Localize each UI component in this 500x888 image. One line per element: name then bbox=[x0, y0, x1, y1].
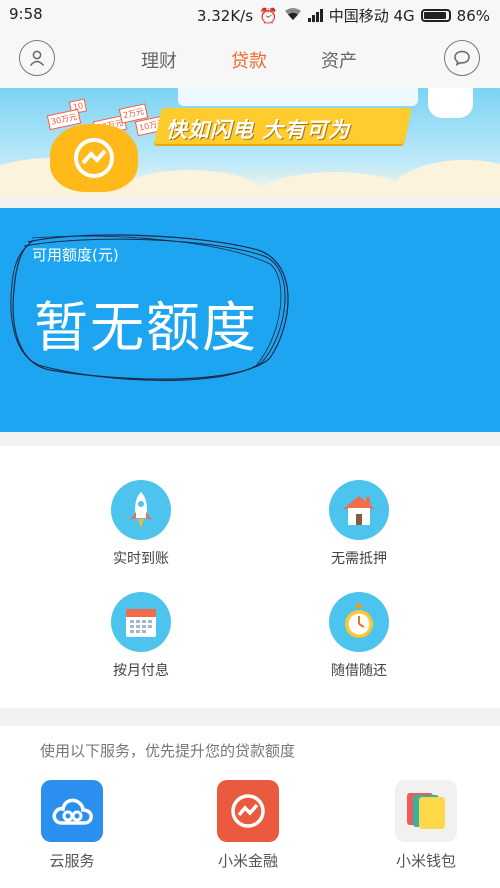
feature-label: 实时到账 bbox=[113, 551, 169, 567]
tab-bar: 理财 贷款 资产 bbox=[0, 30, 500, 88]
feature-grid: 实时到账 无需抵押 按月付息 随借随还 bbox=[0, 446, 500, 708]
banner-cloud bbox=[390, 160, 500, 196]
money-bag-icon bbox=[50, 124, 138, 192]
battery-percent: 86% bbox=[456, 6, 490, 25]
calendar-icon bbox=[111, 592, 171, 652]
wallet-icon bbox=[395, 780, 457, 842]
service-label: 小米钱包 bbox=[395, 852, 456, 870]
signal-icon bbox=[307, 9, 323, 22]
banner-title-graphic bbox=[178, 88, 418, 106]
service-label: 小米金融 bbox=[217, 852, 278, 870]
feature-label: 随借随还 bbox=[331, 663, 387, 679]
message-button[interactable] bbox=[444, 40, 480, 76]
service-mi-finance[interactable]: 小米金融 bbox=[198, 780, 298, 871]
credit-limit-label: 可用额度(元) bbox=[32, 246, 119, 264]
status-right: 3.32K/s ⏰ 中国移动 4G 86% bbox=[197, 5, 490, 26]
rocket-icon bbox=[111, 480, 171, 540]
tab-assets[interactable]: 资产 bbox=[321, 47, 357, 73]
credit-limit-panel[interactable]: 可用额度(元) 暂无额度 bbox=[0, 208, 500, 432]
feature-monthly-interest: 按月付息 bbox=[76, 592, 206, 680]
feature-borrow-anytime: 随借随还 bbox=[294, 592, 424, 680]
mi-finance-icon bbox=[217, 780, 279, 842]
battery-icon bbox=[420, 9, 451, 22]
service-label: 云服务 bbox=[49, 852, 95, 870]
banner-slogan: 快如闪电 大有可为 bbox=[166, 118, 351, 142]
feature-label: 按月付息 bbox=[113, 663, 169, 679]
service-mi-wallet[interactable]: 小米钱包 bbox=[376, 780, 476, 871]
stopwatch-icon bbox=[329, 592, 389, 652]
house-icon bbox=[329, 480, 389, 540]
feature-no-collateral: 无需抵押 bbox=[294, 480, 424, 568]
wifi-icon bbox=[284, 7, 302, 25]
top-nav: 理财 贷款 资产 bbox=[0, 30, 500, 88]
service-cloud[interactable]: 云服务 bbox=[22, 780, 122, 871]
chat-bubble-icon bbox=[454, 50, 470, 66]
services-section: 使用以下服务，优先提升您的贷款额度 云服务 小米金融 小米钱包 bbox=[0, 726, 500, 888]
network-speed: 3.32K/s bbox=[196, 6, 254, 25]
feature-instant-arrival: 实时到账 bbox=[76, 480, 206, 568]
tab-loan[interactable]: 贷款 bbox=[231, 47, 267, 73]
tab-licai[interactable]: 理财 bbox=[141, 47, 177, 73]
status-time: 9:58 bbox=[9, 5, 43, 23]
services-title: 使用以下服务，优先提升您的贷款额度 bbox=[40, 742, 296, 760]
cloud-service-icon bbox=[41, 780, 103, 842]
promo-banner[interactable]: 10 30万元 10万元 2万元 10万元 快如闪电 大有可为 bbox=[0, 88, 500, 196]
fist-graphic bbox=[428, 88, 473, 118]
credit-limit-value: 暂无额度 bbox=[34, 296, 258, 359]
status-bar: 9:58 3.32K/s ⏰ 中国移动 4G 86% bbox=[0, 0, 500, 30]
feature-label: 无需抵押 bbox=[331, 551, 387, 567]
carrier-name: 中国移动 4G bbox=[328, 7, 415, 25]
alarm-icon: ⏰ bbox=[259, 6, 278, 25]
